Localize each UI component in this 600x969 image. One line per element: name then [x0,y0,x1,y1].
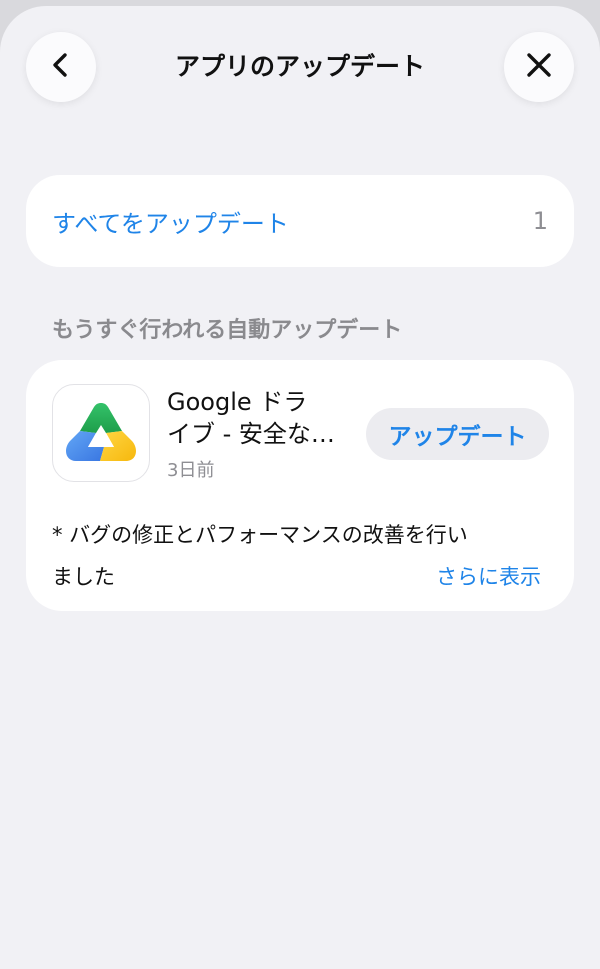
update-button[interactable]: アップデート [366,408,549,460]
google-drive-logo-icon [66,403,136,461]
app-update-card: Google ドラ イブ - 安全な… 3日前 アップデート * バグの修正とパ… [26,360,574,611]
page-title: アプリのアップデート [174,52,425,81]
update-date: 3日前 [167,460,215,481]
section-heading: もうすぐ行われる自動アップデート [52,318,403,343]
app-name-line-1: Google ドラ [167,388,308,416]
release-notes-line-1: * バグの修正とパフォーマンスの改善を行い [52,523,468,547]
update-sheet: アプリのアップデート すべてをアップデート 1 もうすぐ行われる自動アップデート [0,6,600,969]
back-button[interactable] [26,32,96,102]
app-name[interactable]: Google ドラ イブ - 安全な… [167,386,352,450]
app-name-line-2: イブ - 安全な… [167,420,335,448]
google-drive-app-icon[interactable] [52,384,150,482]
show-more-link[interactable]: さらに表示 [436,556,541,598]
update-all-label: すべてをアップデート [52,209,289,238]
close-icon [525,51,553,83]
chevron-left-icon [47,51,75,83]
close-button[interactable] [504,32,574,102]
update-all-row[interactable]: すべてをアップデート 1 [26,175,574,267]
pending-update-count: 1 [532,207,548,235]
